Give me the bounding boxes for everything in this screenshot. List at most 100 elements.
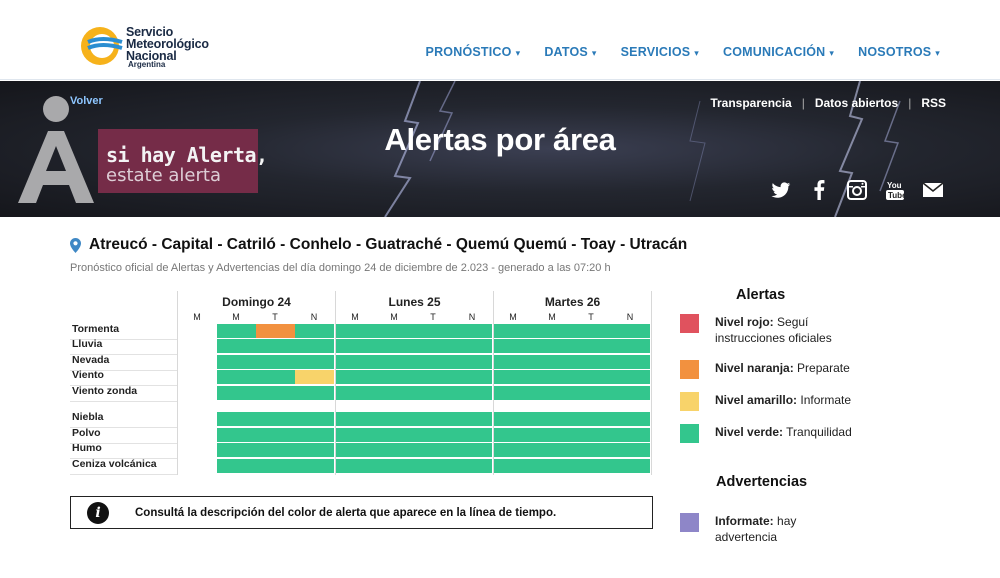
alert-cell-verde[interactable]	[256, 386, 295, 400]
alert-cell-verde[interactable]	[453, 370, 492, 384]
alert-cell-verde[interactable]	[256, 428, 295, 442]
alert-cell-verde[interactable]	[375, 443, 414, 457]
alert-cell-verde[interactable]	[533, 324, 572, 338]
alert-cell-verde[interactable]	[217, 370, 256, 384]
alert-cell-verde[interactable]	[572, 443, 611, 457]
alert-cell-verde[interactable]	[414, 459, 453, 473]
alert-cell-verde[interactable]	[217, 428, 256, 442]
alert-cell-verde[interactable]	[256, 355, 295, 369]
alert-cell-verde[interactable]	[256, 339, 295, 353]
alert-cell-verde[interactable]	[336, 428, 375, 442]
alert-cell-verde[interactable]	[336, 355, 375, 369]
alert-cell-verde[interactable]	[256, 443, 295, 457]
alert-cell-verde[interactable]	[414, 355, 453, 369]
alert-cell-verde[interactable]	[336, 443, 375, 457]
alert-cell-verde[interactable]	[453, 324, 492, 338]
alert-cell-verde[interactable]	[375, 428, 414, 442]
alert-cell-verde[interactable]	[453, 386, 492, 400]
alert-cell-verde[interactable]	[572, 428, 611, 442]
alert-cell-verde[interactable]	[295, 443, 334, 457]
alert-cell-verde[interactable]	[453, 428, 492, 442]
alert-cell-verde[interactable]	[217, 412, 256, 426]
link-datos-abiertos[interactable]: Datos abiertos	[815, 96, 898, 110]
alert-cell-verde[interactable]	[256, 370, 295, 384]
alert-cell-verde[interactable]	[533, 443, 572, 457]
alert-cell-verde[interactable]	[533, 412, 572, 426]
alert-cell-verde[interactable]	[611, 412, 650, 426]
alert-cell-verde[interactable]	[611, 370, 650, 384]
alert-cell-verde[interactable]	[494, 339, 533, 353]
alert-cell-verde[interactable]	[375, 370, 414, 384]
alert-cell-verde[interactable]	[336, 386, 375, 400]
alert-cell-verde[interactable]	[494, 459, 533, 473]
nav-nosotros[interactable]: NOSOTROS ▾	[858, 45, 940, 59]
alert-cell-verde[interactable]	[295, 339, 334, 353]
alert-cell-verde[interactable]	[295, 355, 334, 369]
alert-cell-verde[interactable]	[572, 459, 611, 473]
alert-cell-verde[interactable]	[611, 428, 650, 442]
alert-cell-verde[interactable]	[611, 459, 650, 473]
alert-cell-verde[interactable]	[375, 324, 414, 338]
alert-cell-verde[interactable]	[572, 412, 611, 426]
alert-cell-verde[interactable]	[256, 412, 295, 426]
alert-cell-verde[interactable]	[533, 428, 572, 442]
alert-cell-verde[interactable]	[611, 324, 650, 338]
alert-cell-verde[interactable]	[572, 386, 611, 400]
mail-icon[interactable]	[922, 179, 944, 201]
link-rss[interactable]: RSS	[921, 96, 946, 110]
alert-cell-verde[interactable]	[572, 355, 611, 369]
alert-cell-verde[interactable]	[533, 386, 572, 400]
alert-cell-verde[interactable]	[453, 459, 492, 473]
alert-cell-verde[interactable]	[414, 386, 453, 400]
alert-cell-verde[interactable]	[217, 459, 256, 473]
alert-cell-verde[interactable]	[572, 324, 611, 338]
alert-cell-verde[interactable]	[611, 443, 650, 457]
alert-cell-verde[interactable]	[217, 355, 256, 369]
alert-cell-verde[interactable]	[453, 355, 492, 369]
alert-cell-verde[interactable]	[453, 339, 492, 353]
alert-cell-verde[interactable]	[217, 339, 256, 353]
alert-cell-verde[interactable]	[533, 370, 572, 384]
alert-cell-verde[interactable]	[295, 428, 334, 442]
nav-servicios[interactable]: SERVICIOS ▾	[621, 45, 699, 59]
alert-cell-verde[interactable]	[414, 370, 453, 384]
alert-cell-verde[interactable]	[494, 412, 533, 426]
alert-cell-verde[interactable]	[375, 355, 414, 369]
alert-cell-verde[interactable]	[414, 443, 453, 457]
alert-cell-verde[interactable]	[336, 459, 375, 473]
alert-cell-verde[interactable]	[453, 443, 492, 457]
link-transparencia[interactable]: Transparencia	[710, 96, 791, 110]
alert-cell-verde[interactable]	[414, 412, 453, 426]
nav-pronostico[interactable]: PRONÓSTICO ▾	[426, 45, 521, 59]
alert-cell-verde[interactable]	[414, 339, 453, 353]
alert-cell-verde[interactable]	[375, 412, 414, 426]
alert-cell-verde[interactable]	[217, 386, 256, 400]
alert-cell-verde[interactable]	[336, 370, 375, 384]
alert-cell-verde[interactable]	[453, 412, 492, 426]
alert-cell-verde[interactable]	[572, 339, 611, 353]
alert-cell-verde[interactable]	[494, 428, 533, 442]
nav-comunicacion[interactable]: COMUNICACIÓN ▾	[723, 45, 834, 59]
alert-cell-verde[interactable]	[295, 459, 334, 473]
alert-cell-verde[interactable]	[414, 428, 453, 442]
alert-cell-verde[interactable]	[256, 459, 295, 473]
alert-cell-verde[interactable]	[295, 324, 334, 338]
alert-cell-verde[interactable]	[533, 459, 572, 473]
youtube-icon[interactable]: YouTube	[884, 179, 906, 201]
twitter-icon[interactable]	[770, 179, 792, 201]
alert-cell-verde[interactable]	[533, 355, 572, 369]
alert-cell-verde[interactable]	[494, 324, 533, 338]
smn-logo[interactable]: Servicio Meteorológico Nacional Argentin…	[78, 24, 218, 70]
alert-cell-verde[interactable]	[295, 412, 334, 426]
alert-cell-verde[interactable]	[494, 370, 533, 384]
facebook-icon[interactable]	[808, 179, 830, 201]
alert-cell-verde[interactable]	[494, 386, 533, 400]
alert-cell-verde[interactable]	[217, 324, 256, 338]
alert-cell-verde[interactable]	[375, 386, 414, 400]
alert-cell-amarillo[interactable]	[295, 370, 334, 384]
alert-cell-verde[interactable]	[494, 443, 533, 457]
alert-cell-verde[interactable]	[336, 339, 375, 353]
alert-cell-verde[interactable]	[611, 355, 650, 369]
alert-cell-verde[interactable]	[533, 339, 572, 353]
instagram-icon[interactable]	[846, 179, 868, 201]
